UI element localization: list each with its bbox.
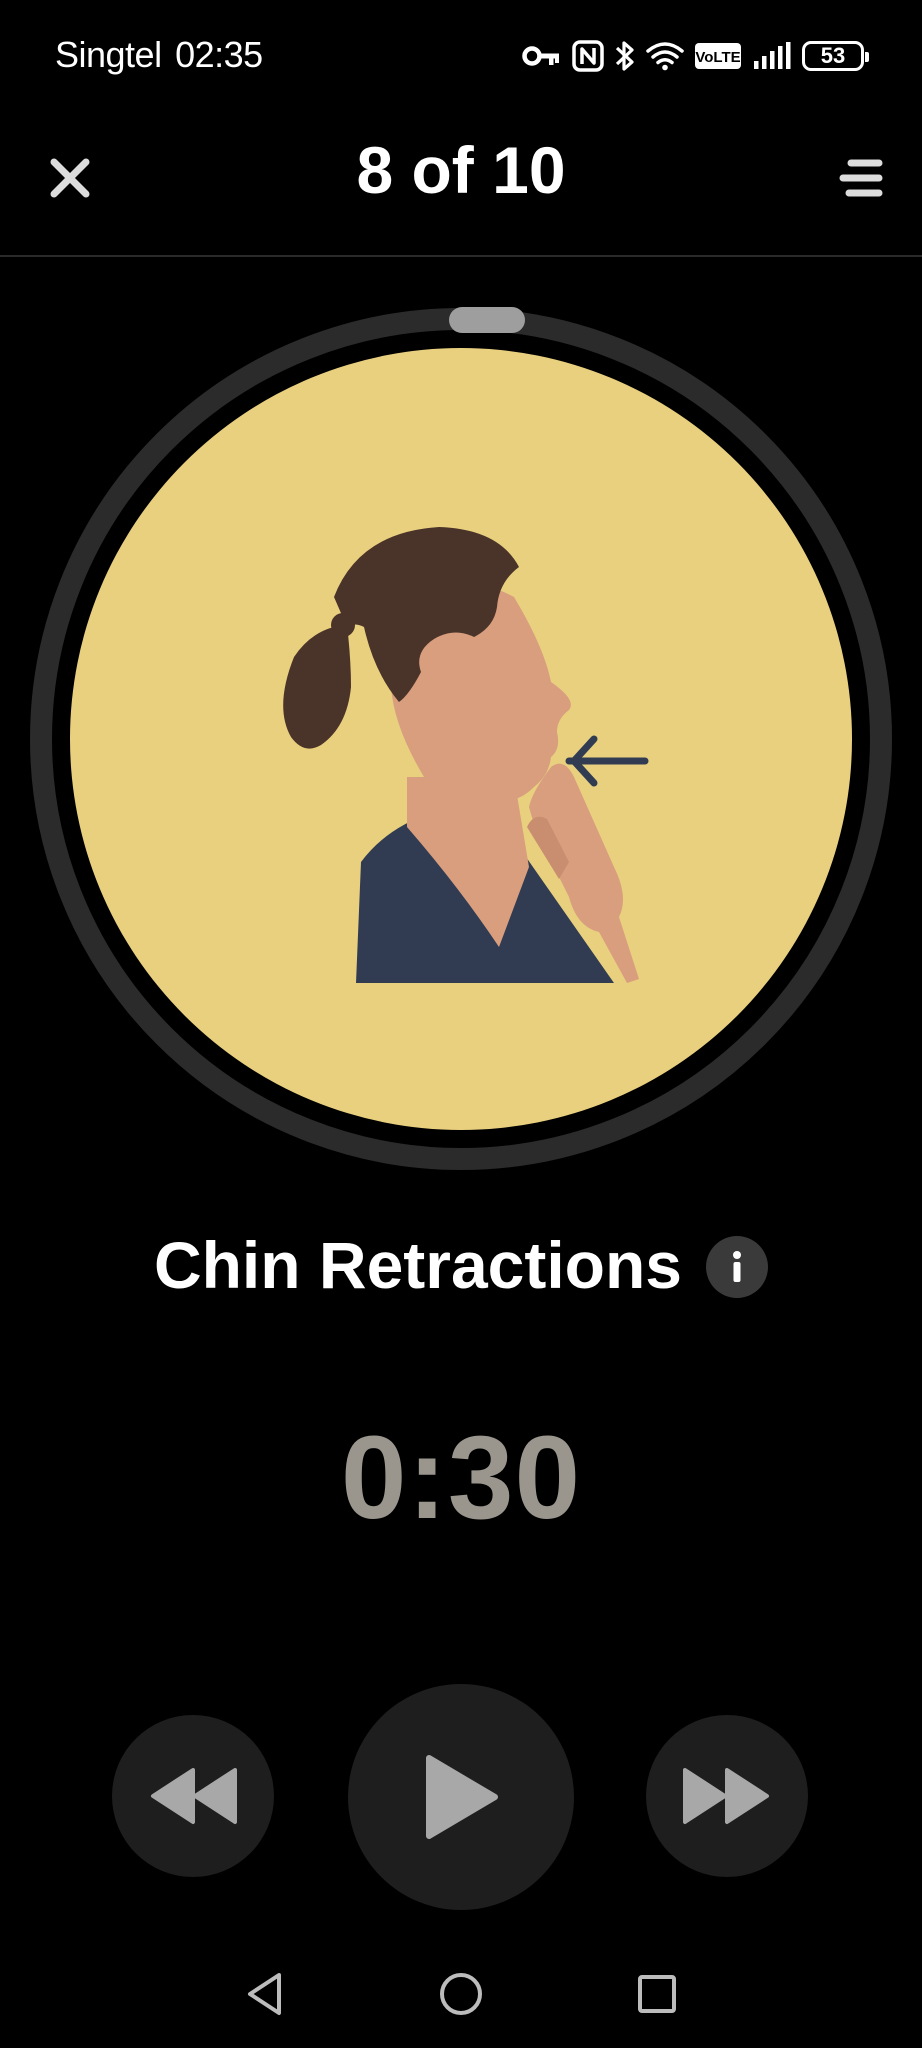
wifi-icon (646, 42, 684, 71)
carrier-time: Singtel 02:35 (55, 34, 263, 76)
fast-forward-button[interactable] (646, 1715, 808, 1877)
exercise-illustration-ring (29, 307, 893, 1171)
carrier-label: Singtel (55, 34, 162, 75)
nav-home-button[interactable] (421, 1954, 501, 2034)
nav-recents-button[interactable] (617, 1954, 697, 2034)
exercise-title: Chin Retractions (153, 1228, 683, 1302)
nav-home-icon (440, 1973, 482, 2015)
page-counter: 8 of 10 (356, 133, 566, 207)
vpn-key-icon (522, 46, 559, 66)
header: 8 of 10 (0, 112, 922, 257)
battery-level: 53 (820, 43, 846, 68)
signal-icon (754, 42, 791, 69)
rewind-button[interactable] (112, 1715, 274, 1877)
status-icons: VoLTE 53 (522, 36, 869, 76)
info-button[interactable] (706, 1236, 769, 1298)
volte-icon: VoLTE (695, 43, 741, 69)
bluetooth-icon (615, 41, 634, 71)
menu-button[interactable] (826, 142, 898, 214)
fast-forward-icon (683, 1768, 769, 1824)
status-bar: Singtel 02:35 VoLTE 53 (0, 0, 922, 112)
info-icon (733, 1251, 742, 1282)
play-icon (426, 1755, 498, 1839)
progress-ring-handle[interactable] (449, 307, 525, 333)
nav-back-button[interactable] (225, 1954, 305, 2034)
play-button[interactable] (348, 1684, 574, 1910)
volte-label: VoLTE (695, 49, 740, 66)
close-icon (50, 158, 90, 198)
exercise-title-row: Chin Retractions (0, 1220, 922, 1310)
clock: 02:35 (175, 34, 263, 75)
countdown-timer: 0:30 (340, 1412, 582, 1544)
rewind-icon (151, 1768, 237, 1824)
nav-back-icon (248, 1973, 281, 2015)
menu-icon (839, 159, 883, 197)
nav-recents-icon (638, 1975, 676, 2013)
system-nav-bar (0, 1940, 922, 2048)
nfc-icon (572, 40, 604, 72)
close-button[interactable] (34, 142, 106, 214)
battery-icon: 53 (802, 41, 869, 71)
